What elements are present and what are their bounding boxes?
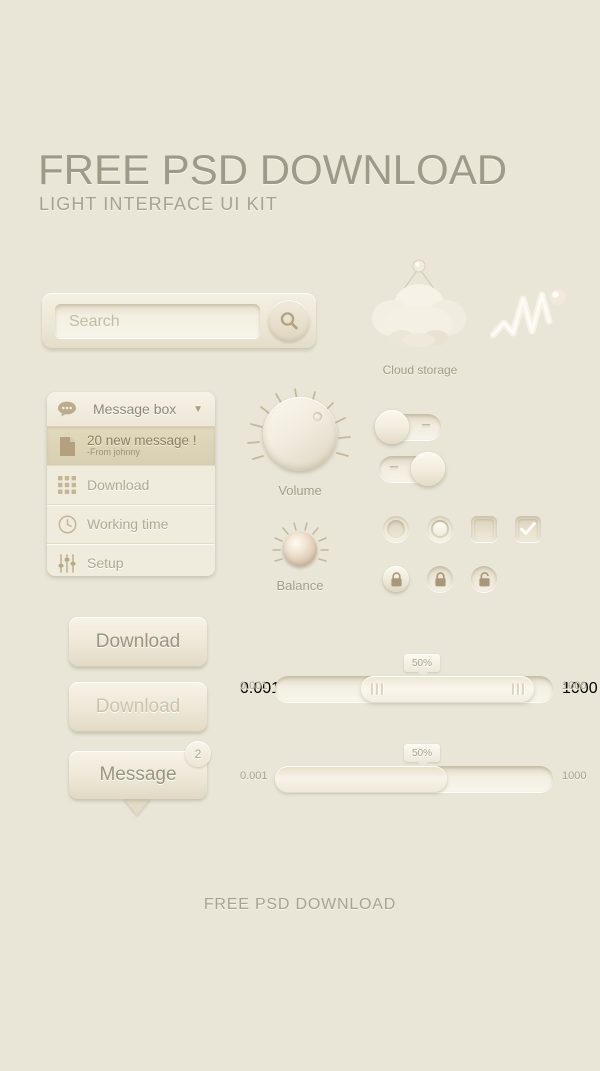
chat-bubble-icon	[47, 401, 87, 417]
toggle-switch-on[interactable]	[379, 452, 445, 486]
progress-slider-tooltip: 50%	[404, 744, 440, 768]
progress-slider-max-label: 1000	[562, 770, 587, 782]
grid-icon	[47, 476, 87, 494]
balance-knob[interactable]	[283, 532, 317, 566]
cloud-icon	[372, 259, 466, 347]
progress-tooltip-value: 50%	[404, 744, 440, 762]
grip-line	[376, 683, 378, 695]
range-slider-fill[interactable]	[361, 676, 534, 702]
clock-icon	[47, 515, 87, 534]
radio-selected[interactable]	[427, 516, 453, 542]
menu-item-working-time[interactable]: Working time	[47, 505, 215, 544]
chevron-down-icon[interactable]: ▼	[193, 404, 203, 415]
balance-label: Balance	[276, 578, 324, 593]
toggle-indicator-dot	[422, 424, 430, 429]
range-tooltip-value: 50%	[404, 654, 440, 672]
lock-open-inset-button[interactable]	[471, 566, 497, 592]
message-box-header[interactable]: Message box ▼	[47, 392, 215, 427]
range-slider-tooltip: 50%	[404, 654, 440, 678]
message-bubble-tail	[123, 798, 151, 815]
volume-label: Volume	[278, 483, 322, 498]
menu-item-label: Download	[87, 477, 150, 493]
search-bar	[42, 293, 316, 349]
cloud-storage-icon-group[interactable]	[360, 258, 480, 378]
grip-line	[517, 683, 519, 695]
menu-item-title: 20 new message !	[87, 433, 197, 448]
lock-closed-inset-button[interactable]	[427, 566, 453, 592]
radio-unselected[interactable]	[383, 516, 409, 542]
download-button[interactable]: Download	[69, 617, 207, 667]
checkbox-checked[interactable]	[515, 516, 541, 542]
toggle-knob[interactable]	[375, 410, 409, 444]
menu-item-label: Working time	[87, 516, 169, 532]
range-min-text: 0.001	[240, 680, 268, 692]
grip-line	[512, 683, 514, 695]
menu-item-setup[interactable]: Setup	[47, 544, 215, 576]
radio-well	[387, 520, 405, 538]
progress-slider-fill[interactable]	[275, 766, 447, 792]
grip-line	[371, 683, 373, 695]
range-slider-track[interactable]	[275, 676, 553, 702]
range-max-text: 1000	[562, 680, 587, 692]
cloud-storage-label: Cloud storage	[382, 363, 458, 377]
search-button[interactable]	[268, 300, 310, 342]
radio-dot-icon	[433, 522, 447, 536]
lock-closed-raised-button[interactable]	[383, 566, 409, 592]
check-icon	[520, 522, 536, 535]
page-subtitle: LIGHT INTERFACE UI KIT	[39, 194, 278, 214]
page-title: FREE PSD DOWNLOAD	[38, 146, 508, 193]
message-box-menu: Message box ▼ 20 new message ! -From joh…	[47, 392, 215, 576]
progress-slider-track[interactable]	[275, 766, 553, 792]
toggle-switch-off[interactable]	[375, 410, 441, 444]
progress-slider-min-label: 0.001	[240, 770, 268, 782]
toggle-indicator-dot	[390, 466, 398, 471]
lock-closed-icon	[434, 571, 446, 586]
ui-kit-canvas: FREE PSD DOWNLOAD LIGHT INTERFACE UI KIT	[0, 0, 600, 1071]
sliders-icon	[47, 553, 87, 573]
message-badge: 2	[185, 741, 211, 767]
zigzag-chart-icon	[489, 289, 566, 339]
grip-line	[381, 683, 383, 695]
message-button-group: Message 2	[69, 741, 229, 821]
lock-closed-icon	[390, 571, 402, 586]
download-button-disabled[interactable]: Download	[69, 682, 207, 732]
search-icon	[280, 312, 298, 330]
message-box-title: Message box	[93, 401, 177, 417]
menu-item-label: Setup	[87, 555, 124, 571]
toggle-knob[interactable]	[411, 452, 445, 486]
search-input[interactable]	[67, 310, 251, 334]
menu-item-text-block: 20 new message ! -From johnny	[87, 434, 197, 458]
zigzag-chart-icon-group[interactable]	[489, 285, 566, 345]
volume-knob-indicator	[313, 412, 322, 421]
menu-item-subtitle: -From johnny	[87, 447, 141, 457]
menu-item-download[interactable]: Download	[47, 466, 215, 505]
menu-item-new-message[interactable]: 20 new message ! -From johnny	[47, 427, 215, 466]
lock-open-icon	[478, 571, 490, 586]
search-input-well	[55, 304, 260, 338]
checkbox-unchecked[interactable]	[471, 516, 497, 542]
footer-text: FREE PSD DOWNLOAD	[203, 896, 397, 913]
volume-knob[interactable]	[263, 397, 337, 471]
document-icon	[47, 436, 87, 457]
checkbox-well	[474, 519, 494, 539]
grip-line	[522, 683, 524, 695]
